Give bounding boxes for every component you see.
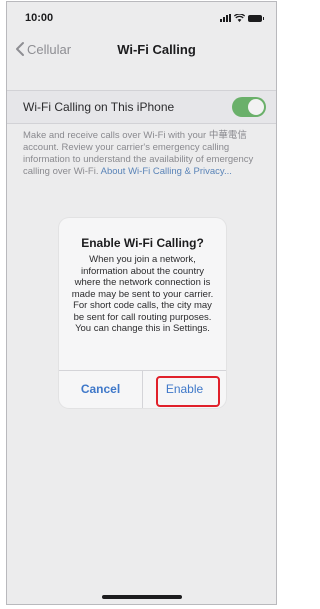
privacy-link[interactable]: About Wi-Fi Calling & Privacy... — [101, 166, 232, 177]
enable-wifi-calling-alert: Enable Wi-Fi Calling? When you join a ne… — [59, 218, 226, 408]
home-indicator[interactable] — [102, 595, 182, 599]
wifi-calling-toggle[interactable] — [232, 97, 266, 117]
toggle-knob — [248, 99, 264, 115]
page-title: Wi-Fi Calling — [117, 42, 196, 57]
setting-label: Wi-Fi Calling on This iPhone — [23, 100, 175, 114]
status-bar: 10:00 — [7, 2, 276, 30]
setting-description: Make and receive calls over Wi-Fi with y… — [23, 130, 265, 178]
enable-highlight-box — [156, 376, 220, 407]
phone-screen: 10:00 Cellular Wi-Fi Calling Wi-Fi Calli… — [6, 1, 277, 605]
signal-icon — [220, 14, 231, 22]
wifi-icon — [234, 14, 245, 22]
status-time: 10:00 — [25, 12, 54, 24]
cancel-button[interactable]: Cancel — [59, 370, 142, 408]
navigation-bar: Cellular Wi-Fi Calling — [7, 32, 276, 68]
alert-title: Enable Wi-Fi Calling? — [81, 236, 204, 250]
status-icons — [220, 12, 264, 24]
wifi-calling-setting-row: Wi-Fi Calling on This iPhone — [7, 90, 276, 124]
battery-icon — [248, 14, 264, 22]
alert-message: When you join a network, information abo… — [71, 254, 214, 334]
